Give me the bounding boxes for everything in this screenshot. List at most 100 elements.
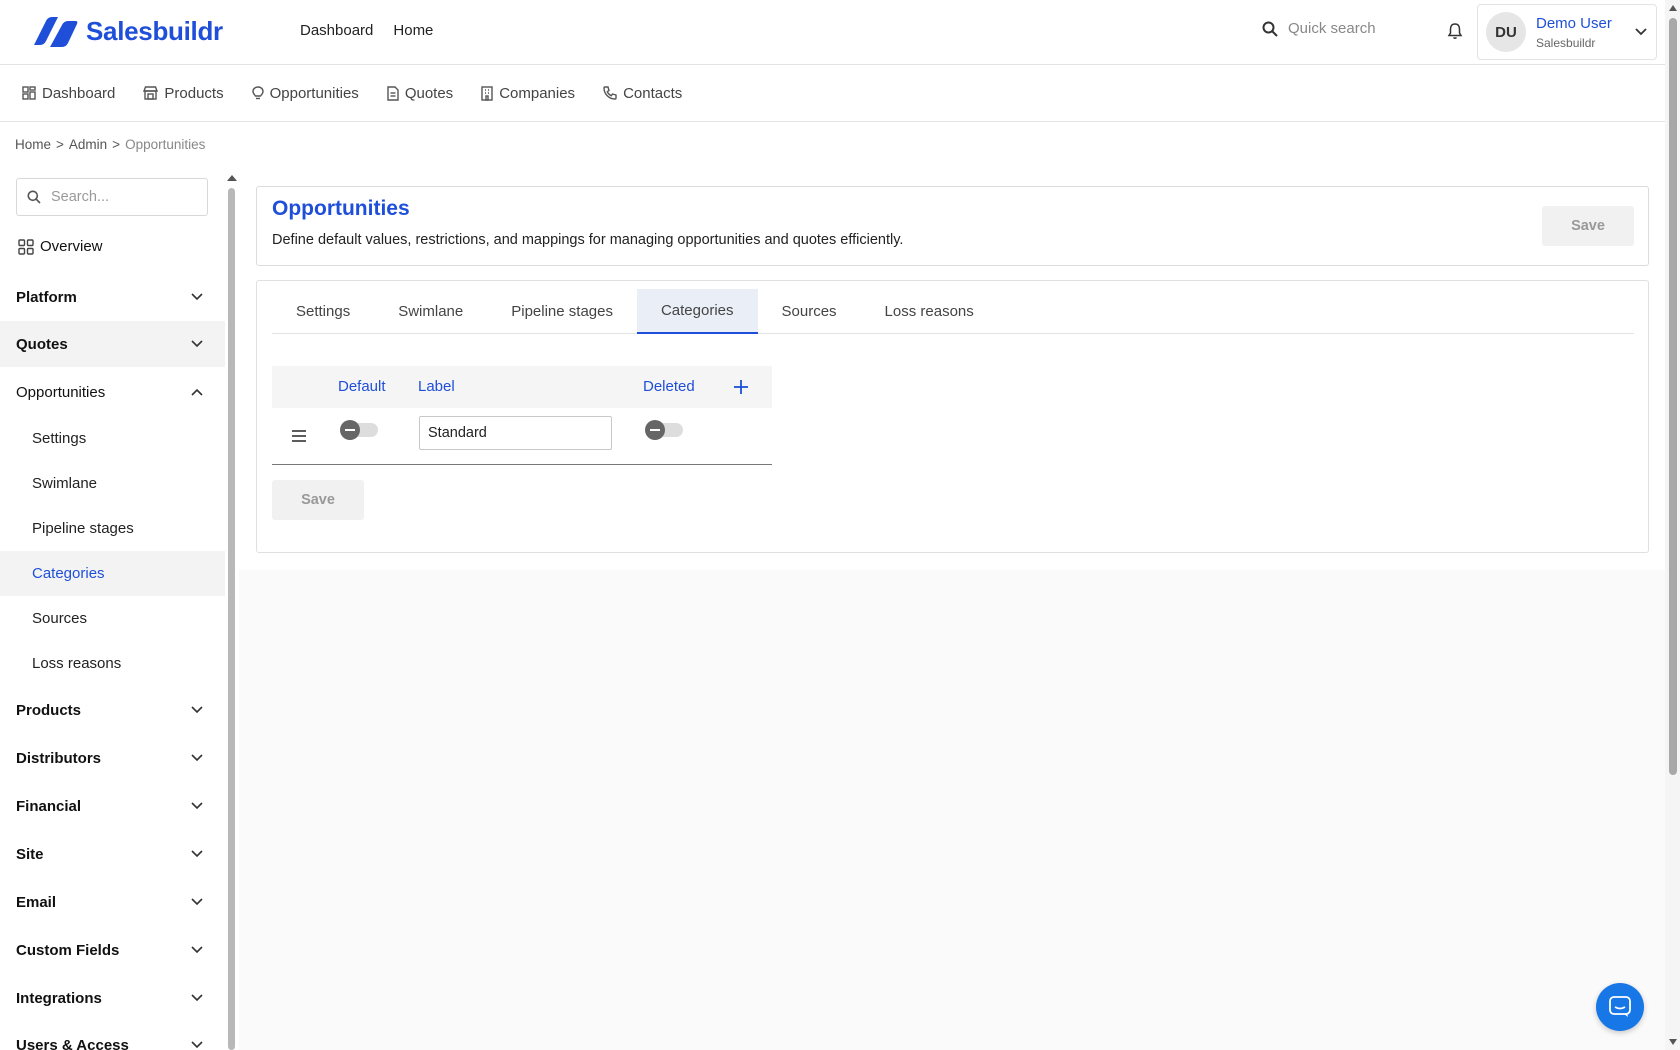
user-menu[interactable]: DU Demo User Salesbuildr xyxy=(1477,4,1657,60)
sidebar-item-sources[interactable]: Sources xyxy=(0,596,225,641)
sidebar-section-site[interactable]: Site xyxy=(0,831,225,877)
categories-table-header: Default Label Deleted xyxy=(272,366,772,408)
chevron-down-icon xyxy=(191,293,203,301)
save-categories-button[interactable]: Save xyxy=(272,480,364,520)
chat-launcher-button[interactable] xyxy=(1596,983,1644,1031)
sidebar-section-label: Products xyxy=(16,701,82,719)
admin-sidebar: Search... Overview Platform Quotes Oppor… xyxy=(0,166,225,1050)
chevron-down-icon xyxy=(191,1041,203,1049)
sidebar-section-email[interactable]: Email xyxy=(0,879,225,925)
sidebar-section-platform[interactable]: Platform xyxy=(0,274,225,320)
sidebar-section-financial[interactable]: Financial xyxy=(0,783,225,829)
brand-name: Salesbuildr xyxy=(86,16,223,46)
tab-loss-reasons[interactable]: Loss reasons xyxy=(861,289,998,334)
breadcrumb-home[interactable]: Home xyxy=(15,137,51,152)
building-icon xyxy=(481,85,493,101)
chevron-down-icon xyxy=(191,850,203,858)
nav-products-label: Products xyxy=(164,84,224,102)
nav-quotes[interactable]: Quotes xyxy=(387,85,453,102)
lightbulb-icon xyxy=(251,85,264,99)
topnav-dashboard[interactable]: Dashboard xyxy=(300,22,373,39)
breadcrumb-admin[interactable]: Admin xyxy=(69,137,107,152)
sidebar-section-products[interactable]: Products xyxy=(0,687,225,733)
sidebar-section-label: Opportunities xyxy=(16,383,106,401)
sidebar-section-opportunities[interactable]: Opportunities xyxy=(0,369,225,415)
chevron-down-icon xyxy=(191,994,203,1002)
toggle-knob-icon xyxy=(645,420,665,440)
sidebar-item-loss-reasons[interactable]: Loss reasons xyxy=(0,641,225,686)
sidebar-section-label: Quotes xyxy=(16,335,68,353)
notification-bell-icon[interactable] xyxy=(1447,22,1463,40)
sidebar-section-label: Integrations xyxy=(16,989,102,1007)
page-header-card: Opportunities Define default values, res… xyxy=(256,186,1649,266)
add-row-plus-icon[interactable] xyxy=(734,380,748,394)
default-toggle[interactable] xyxy=(340,420,378,440)
sidebar-item-swimlane[interactable]: Swimlane xyxy=(0,461,225,506)
grid-icon xyxy=(22,86,36,100)
search-icon xyxy=(27,190,41,204)
sidebar-item-pipeline-stages[interactable]: Pipeline stages xyxy=(0,506,225,551)
user-org: Salesbuildr xyxy=(1536,35,1596,50)
sidebar-section-label: Email xyxy=(16,893,57,911)
category-label-input[interactable] xyxy=(419,416,612,450)
sidebar-item-categories[interactable]: Categories xyxy=(0,551,225,596)
sidebar-section-label: Financial xyxy=(16,797,82,815)
chevron-up-icon xyxy=(191,388,203,396)
nav-opportunities-label: Opportunities xyxy=(269,84,359,102)
sidebar-section-quotes[interactable]: Quotes xyxy=(0,321,225,367)
nav-dashboard-label: Dashboard xyxy=(42,84,116,102)
save-button[interactable]: Save xyxy=(1542,206,1634,246)
salesbuildr-logo-icon xyxy=(34,16,78,47)
scroll-up-arrow-icon xyxy=(1669,5,1677,11)
sidebar-section-integrations[interactable]: Integrations xyxy=(0,975,225,1021)
nav-products[interactable]: Products xyxy=(143,84,224,102)
document-icon xyxy=(387,85,399,101)
window-scroll-thumb[interactable] xyxy=(1669,18,1677,775)
column-header-label: Label xyxy=(418,378,455,395)
sidebar-section-distributors[interactable]: Distributors xyxy=(0,735,225,781)
sidebar-item-settings[interactable]: Settings xyxy=(0,416,225,461)
search-icon xyxy=(1262,21,1278,37)
chevron-down-icon xyxy=(191,898,203,906)
sidebar-search-input[interactable]: Search... xyxy=(16,178,208,216)
sidebar-section-custom-fields[interactable]: Custom Fields xyxy=(0,927,225,973)
deleted-toggle[interactable] xyxy=(645,420,683,440)
breadcrumb-separator: > xyxy=(56,137,64,152)
table-row xyxy=(272,408,772,465)
tab-swimlane[interactable]: Swimlane xyxy=(374,289,487,334)
page-title: Opportunities xyxy=(272,197,410,220)
tab-settings[interactable]: Settings xyxy=(272,289,374,334)
sidebar-scrollbar[interactable] xyxy=(225,166,237,1050)
sidebar-item-overview[interactable]: Overview xyxy=(18,238,103,255)
chevron-down-icon xyxy=(191,946,203,954)
sidebar-search-placeholder: Search... xyxy=(51,189,110,205)
chevron-down-icon xyxy=(191,754,203,762)
grid-icon xyxy=(18,238,34,255)
drag-handle-icon[interactable] xyxy=(292,430,306,442)
nav-contacts-label: Contacts xyxy=(623,84,683,102)
nav-dashboard[interactable]: Dashboard xyxy=(22,85,115,102)
tab-categories[interactable]: Categories xyxy=(636,289,758,334)
top-bar: Salesbuildr Dashboard Home Quick search … xyxy=(0,0,1665,65)
sidebar-section-users-access[interactable]: Users & Access xyxy=(0,1022,225,1050)
nav-companies[interactable]: Companies xyxy=(481,85,575,102)
quick-search[interactable]: Quick search xyxy=(1262,20,1376,37)
logo[interactable]: Salesbuildr xyxy=(32,16,223,47)
tab-pipeline-stages[interactable]: Pipeline stages xyxy=(487,289,637,334)
quick-search-placeholder: Quick search xyxy=(1288,20,1376,37)
user-name: Demo User xyxy=(1536,14,1612,32)
window-scrollbar[interactable] xyxy=(1665,0,1680,1050)
topnav-home[interactable]: Home xyxy=(393,22,433,39)
sidebar-scroll-thumb[interactable] xyxy=(228,188,235,1050)
sidebar-section-label: Platform xyxy=(16,288,77,306)
tab-sources[interactable]: Sources xyxy=(758,289,861,334)
nav-quotes-label: Quotes xyxy=(404,84,454,102)
nav-opportunities[interactable]: Opportunities xyxy=(251,84,359,102)
scroll-down-arrow-icon xyxy=(1669,1039,1677,1045)
column-header-default: Default xyxy=(338,378,386,395)
toggle-knob-icon xyxy=(340,420,360,440)
nav-contacts[interactable]: Contacts xyxy=(603,85,682,102)
scroll-up-arrow-icon xyxy=(227,175,237,181)
sidebar-section-label: Distributors xyxy=(16,749,102,767)
breadcrumb: Home > Admin > Opportunities xyxy=(15,137,205,152)
